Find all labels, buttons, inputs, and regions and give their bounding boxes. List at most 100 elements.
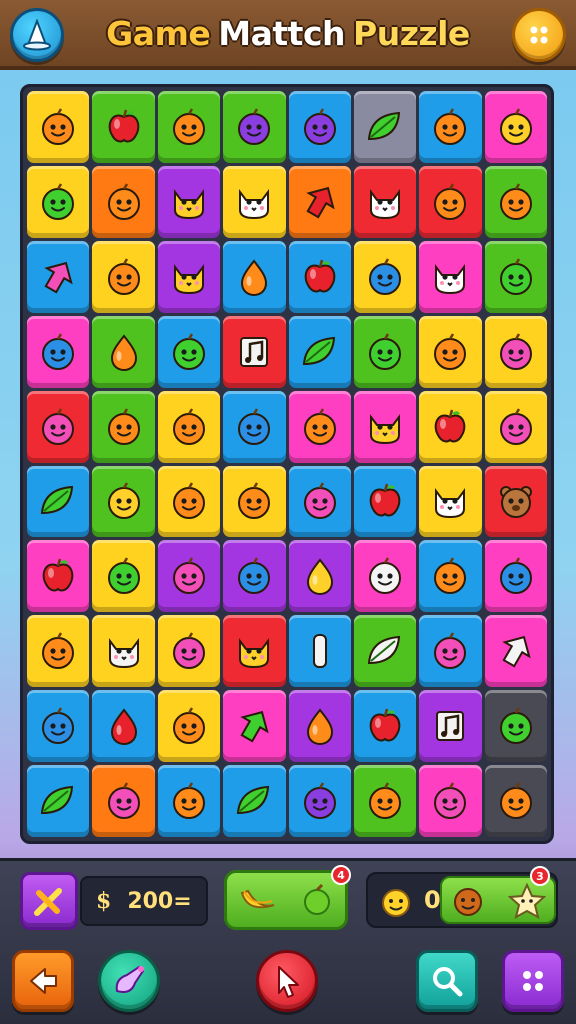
board-tile[interactable]	[27, 315, 90, 388]
options-button[interactable]	[512, 8, 566, 62]
board-tile[interactable]	[92, 540, 155, 613]
board-tile[interactable]	[27, 390, 90, 463]
board-tile[interactable]	[157, 315, 221, 388]
board-tile[interactable]	[288, 240, 351, 313]
board-tile[interactable]	[288, 91, 351, 163]
board-tile[interactable]	[157, 765, 221, 837]
collectibles-panel[interactable]: 0 3	[366, 866, 558, 928]
board-tile[interactable]	[353, 615, 417, 688]
board-tile[interactable]	[353, 540, 417, 613]
board-tile[interactable]	[419, 615, 482, 688]
board-tile[interactable]	[223, 315, 286, 388]
leaf-green-icon	[41, 486, 74, 515]
board-tile[interactable]	[353, 465, 417, 538]
board-tile[interactable]	[157, 540, 221, 613]
board-tile[interactable]	[92, 240, 155, 313]
board-tile[interactable]	[484, 765, 547, 837]
board-tile[interactable]	[223, 690, 286, 763]
board-tile[interactable]	[484, 465, 547, 538]
play-button[interactable]	[256, 950, 318, 1012]
board-tile[interactable]	[353, 315, 417, 388]
face-orange-icon	[434, 557, 467, 595]
board-tile[interactable]	[484, 690, 547, 763]
board-tile[interactable]	[288, 540, 351, 613]
board-tile[interactable]	[27, 465, 90, 538]
board-tile[interactable]	[223, 91, 286, 163]
potion-button[interactable]	[98, 950, 160, 1012]
board-tile[interactable]	[92, 390, 155, 463]
board-tile[interactable]	[223, 465, 286, 538]
face-green-icon	[42, 183, 75, 220]
board-tile[interactable]	[484, 240, 547, 313]
board-tile[interactable]	[92, 690, 155, 763]
fruit-badge: 4	[331, 865, 351, 885]
back-button[interactable]	[12, 950, 74, 1012]
board-tile[interactable]	[419, 690, 482, 763]
board-tile[interactable]	[419, 540, 482, 613]
board-tile[interactable]	[223, 540, 286, 613]
board-tile[interactable]	[157, 390, 221, 463]
board-tile[interactable]	[157, 465, 221, 538]
board-tile[interactable]	[288, 165, 351, 238]
board-tile[interactable]	[419, 765, 482, 837]
board-tile[interactable]	[353, 165, 417, 238]
board-tile[interactable]	[157, 91, 221, 163]
board-tile[interactable]	[27, 91, 90, 163]
board-tile[interactable]	[288, 690, 351, 763]
board-tile[interactable]	[157, 165, 221, 238]
board-tile[interactable]	[288, 615, 351, 688]
cursor-icon	[278, 966, 299, 998]
board-tile[interactable]	[223, 165, 286, 238]
board-tile[interactable]	[157, 690, 221, 763]
board-tile[interactable]	[353, 390, 417, 463]
board-tile[interactable]	[419, 240, 482, 313]
board-tile[interactable]	[92, 765, 155, 837]
board-tile[interactable]	[92, 465, 155, 538]
board-tile[interactable]	[92, 315, 155, 388]
board-tile[interactable]	[484, 540, 547, 613]
board-tile[interactable]	[419, 465, 482, 538]
board-tile[interactable]	[27, 690, 90, 763]
board-tile[interactable]	[27, 165, 90, 238]
board-tile[interactable]	[223, 240, 286, 313]
board-tile[interactable]	[353, 91, 417, 163]
board-tile[interactable]	[484, 315, 547, 388]
board-tile[interactable]	[27, 765, 90, 837]
board-tile[interactable]	[27, 240, 90, 313]
profile-button[interactable]	[10, 8, 64, 62]
board-tile[interactable]	[223, 615, 286, 688]
board-tile[interactable]	[157, 615, 221, 688]
board-tile[interactable]	[27, 540, 90, 613]
board-tile[interactable]	[484, 91, 547, 163]
board-tile[interactable]	[27, 615, 90, 688]
boost-button[interactable]	[20, 872, 78, 930]
board-tile[interactable]	[353, 690, 417, 763]
board-tile[interactable]	[353, 765, 417, 837]
board-tile[interactable]	[288, 465, 351, 538]
drop-orange-icon	[241, 259, 268, 296]
collectible-badge: 3	[530, 866, 550, 886]
board-tile[interactable]	[484, 615, 547, 688]
menu-button[interactable]	[502, 950, 564, 1012]
board-tile[interactable]	[92, 165, 155, 238]
board-tile[interactable]	[223, 765, 286, 837]
board-tile[interactable]	[223, 390, 286, 463]
score-display: $ 200=	[80, 876, 208, 926]
board-tile[interactable]	[353, 240, 417, 313]
board-tile[interactable]	[419, 165, 482, 238]
board-tile[interactable]	[92, 615, 155, 688]
search-button[interactable]	[416, 950, 478, 1012]
board-tile[interactable]	[484, 390, 547, 463]
orange-face-icon	[454, 888, 482, 916]
board-tile[interactable]	[288, 315, 351, 388]
title-part-game: Game	[106, 13, 211, 53]
board-tile[interactable]	[92, 91, 155, 163]
board-tile[interactable]	[484, 165, 547, 238]
board-tile[interactable]	[157, 240, 221, 313]
board-tile[interactable]	[288, 390, 351, 463]
board-tile[interactable]	[419, 91, 482, 163]
board-tile[interactable]	[419, 315, 482, 388]
fruit-collection-panel[interactable]: 4	[224, 865, 351, 930]
board-tile[interactable]	[419, 390, 482, 463]
board-tile[interactable]	[288, 765, 351, 837]
